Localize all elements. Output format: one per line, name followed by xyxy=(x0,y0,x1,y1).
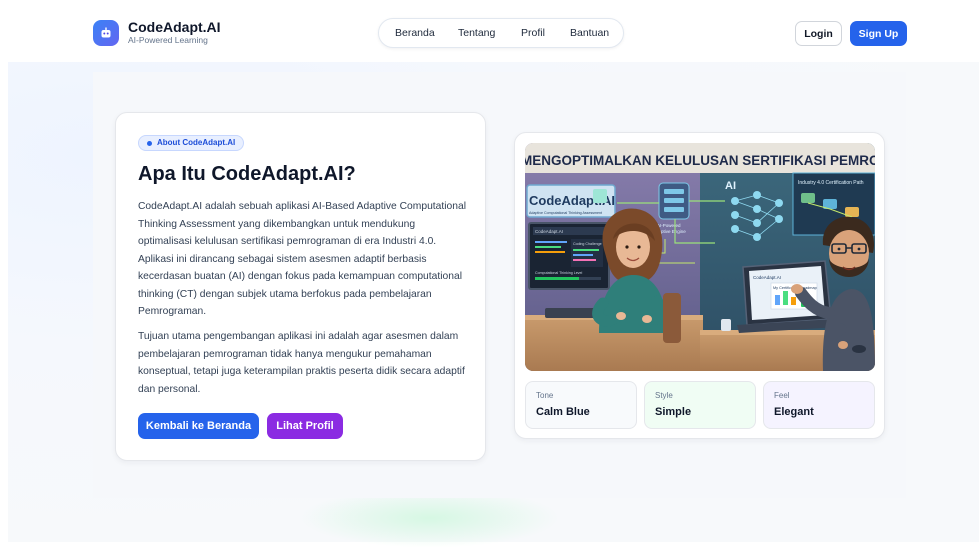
trait-feel-label: Feel xyxy=(774,391,790,400)
nav-tentang[interactable]: Tentang xyxy=(458,27,495,39)
about-badge: About CodeAdapt.AI xyxy=(138,135,245,151)
engine-label-1: AI-Powered xyxy=(657,223,681,228)
trait-feel: Feel Elegant xyxy=(763,381,875,429)
visual-card: MENGOPTIMALKAN KELULUSAN SERTIFIKASI PEM… xyxy=(514,132,885,439)
monitor-bar: Computational Thinking Level xyxy=(535,271,582,275)
main-nav: Beranda Tentang Profil Bantuan xyxy=(378,18,624,48)
about-title: Apa Itu CodeAdapt.AI? xyxy=(138,163,356,185)
sign-subtitle: Adaptive Computational Thinking Assessme… xyxy=(529,211,602,215)
trait-style: Style Simple xyxy=(644,381,756,429)
nav-profil[interactable]: Profil xyxy=(521,27,545,39)
monitor-panel: Coding Challenge xyxy=(573,242,602,246)
brand-tagline: AI-Powered Learning xyxy=(128,35,208,45)
trait-style-label: Style xyxy=(655,391,673,400)
robot-icon xyxy=(93,19,119,46)
laptop-title: CodeAdapt.AI xyxy=(753,275,781,280)
trait-tone-value: Calm Blue xyxy=(536,406,590,418)
trait-tone-label: Tone xyxy=(536,391,554,400)
hero-illustration: MENGOPTIMALKAN KELULUSAN SERTIFIKASI PEM… xyxy=(525,143,875,371)
view-profile-button[interactable]: Lihat Profil xyxy=(267,413,343,439)
login-button[interactable]: Login xyxy=(795,21,842,46)
about-paragraph-2: Tujuan utama pengembangan aplikasi ini a… xyxy=(138,331,465,395)
monitor-title: CodeAdapt.AI xyxy=(535,229,563,234)
brand[interactable]: CodeAdapt.AI AI-Powered Learning xyxy=(93,19,221,46)
about-paragraph-1: CodeAdapt.AI adalah sebuah aplikasi AI-B… xyxy=(138,201,467,317)
site-header: CodeAdapt.AI AI-Powered Learning Beranda… xyxy=(0,0,979,62)
about-card: About CodeAdapt.AI Apa Itu CodeAdapt.AI?… xyxy=(115,112,486,461)
trait-tone: Tone Calm Blue xyxy=(525,381,637,429)
banner-text: MENGOPTIMALKAN KELULUSAN SERTIFIKASI PEM… xyxy=(525,153,875,168)
back-home-button[interactable]: Kembali ke Beranda xyxy=(138,413,259,439)
trait-style-value: Simple xyxy=(655,406,692,418)
nav-beranda[interactable]: Beranda xyxy=(395,27,435,39)
badge-label: About CodeAdapt.AI xyxy=(157,138,236,147)
cert-label: Industry 4.0 Certification Path xyxy=(798,180,864,186)
brand-name: CodeAdapt.AI xyxy=(128,19,221,35)
ai-label: AI xyxy=(725,180,736,192)
nav-bantuan[interactable]: Bantuan xyxy=(570,27,609,39)
trait-feel-value: Elegant xyxy=(774,406,814,418)
signup-button[interactable]: Sign Up xyxy=(850,21,907,46)
badge-dot-icon xyxy=(147,141,152,146)
